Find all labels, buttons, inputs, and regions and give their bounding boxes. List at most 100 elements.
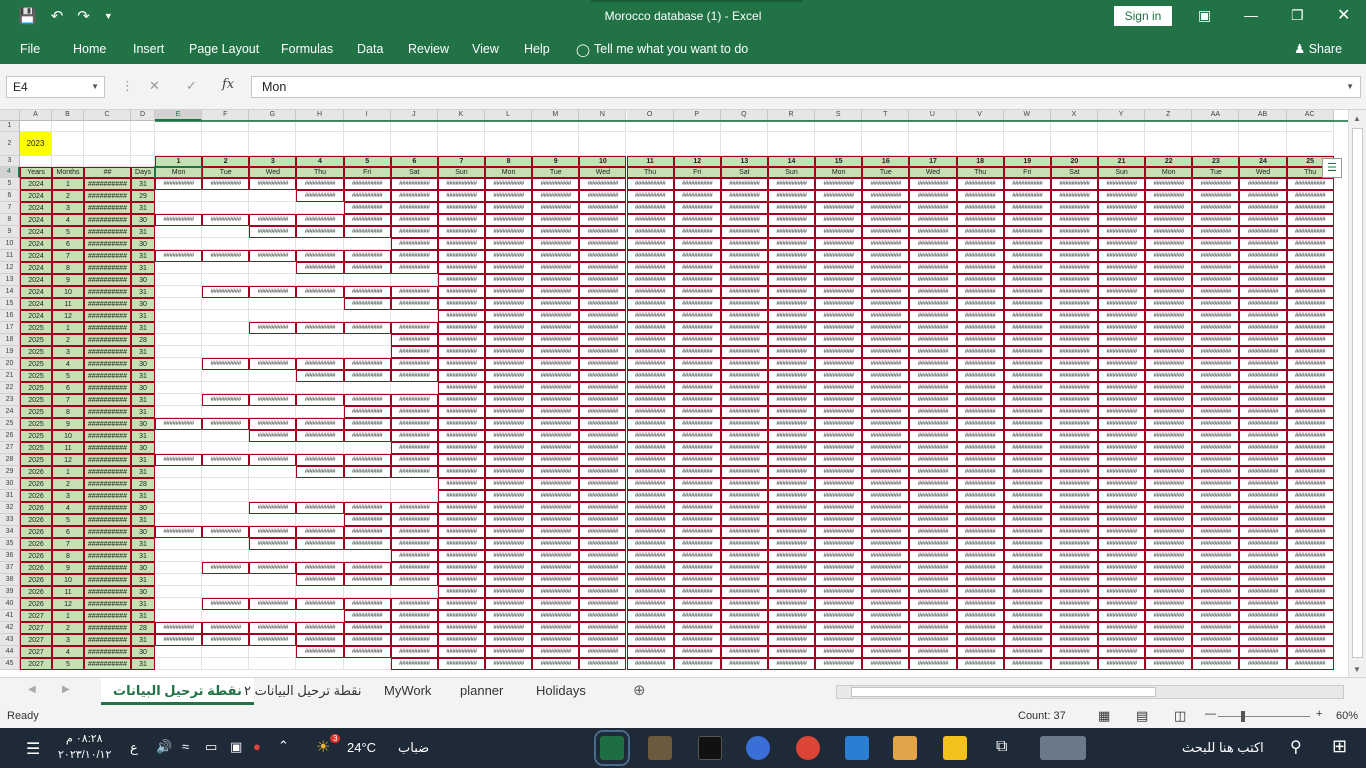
- days-value[interactable]: 30: [131, 298, 155, 310]
- grid-cell[interactable]: [343, 334, 391, 346]
- calendar-date-cell[interactable]: ##########: [532, 406, 580, 418]
- calendar-date-cell[interactable]: ##########: [815, 430, 863, 442]
- app-taskbar-icon[interactable]: [648, 736, 672, 760]
- calendar-date-cell[interactable]: ##########: [1003, 394, 1051, 406]
- calendar-date-cell[interactable]: ##########: [485, 250, 533, 262]
- calendar-date-cell[interactable]: ##########: [862, 514, 910, 526]
- date-value[interactable]: ##########: [84, 190, 131, 202]
- grid-cell[interactable]: [1239, 121, 1287, 132]
- calendar-date-cell[interactable]: ##########: [1192, 514, 1240, 526]
- year-value[interactable]: 2024: [20, 274, 52, 286]
- add-sheet-icon[interactable]: ⊕: [633, 681, 646, 699]
- calendar-date-cell[interactable]: ##########: [532, 574, 580, 586]
- calendar-date-cell[interactable]: ##########: [673, 190, 721, 202]
- sheet-tab[interactable]: MyWork: [372, 678, 443, 705]
- weekday-header[interactable]: Thu: [956, 167, 1004, 178]
- calendar-date-cell[interactable]: ##########: [862, 178, 910, 190]
- calendar-date-cell[interactable]: ##########: [1098, 490, 1146, 502]
- calendar-date-cell[interactable]: ##########: [720, 586, 768, 598]
- calendar-date-cell[interactable]: ##########: [532, 298, 580, 310]
- date-value[interactable]: ##########: [84, 598, 131, 610]
- calendar-date-cell[interactable]: ##########: [343, 406, 391, 418]
- grid-cell[interactable]: [202, 121, 250, 132]
- calendar-date-cell[interactable]: ##########: [437, 298, 486, 310]
- calendar-date-cell[interactable]: ##########: [1286, 370, 1334, 382]
- calendar-date-cell[interactable]: ##########: [532, 454, 580, 466]
- calendar-date-cell[interactable]: ##########: [1239, 634, 1287, 646]
- grid-cell[interactable]: [202, 370, 250, 382]
- calendar-date-cell[interactable]: ##########: [390, 610, 438, 622]
- year-value[interactable]: 2027: [20, 622, 52, 634]
- calendar-date-cell[interactable]: ##########: [390, 178, 438, 190]
- calendar-date-cell[interactable]: ##########: [1286, 238, 1334, 250]
- calendar-date-cell[interactable]: ##########: [815, 574, 863, 586]
- calendar-date-cell[interactable]: ##########: [485, 514, 533, 526]
- calendar-date-cell[interactable]: ##########: [579, 646, 627, 658]
- calendar-date-cell[interactable]: ##########: [532, 226, 580, 238]
- calendar-date-cell[interactable]: ##########: [1003, 526, 1051, 538]
- calendar-date-cell[interactable]: ##########: [532, 346, 580, 358]
- calendar-date-cell[interactable]: ##########: [862, 286, 910, 298]
- grid-cell[interactable]: [155, 310, 203, 322]
- grid-cell[interactable]: [155, 262, 203, 274]
- calendar-date-cell[interactable]: ##########: [437, 562, 486, 574]
- month-value[interactable]: 2: [52, 190, 84, 202]
- year-value[interactable]: 2026: [20, 550, 52, 562]
- row-header[interactable]: 17: [0, 322, 20, 334]
- calendar-date-cell[interactable]: ##########: [1145, 514, 1193, 526]
- calendar-date-cell[interactable]: ##########: [485, 382, 533, 394]
- days-value[interactable]: 30: [131, 502, 155, 514]
- calendar-date-cell[interactable]: ##########: [202, 214, 250, 226]
- calendar-date-cell[interactable]: ##########: [485, 406, 533, 418]
- calendar-date-cell[interactable]: ##########: [343, 370, 391, 382]
- calendar-date-cell[interactable]: ##########: [1050, 310, 1098, 322]
- calendar-date-cell[interactable]: ##########: [862, 262, 910, 274]
- date-value[interactable]: ##########: [84, 346, 131, 358]
- calendar-date-cell[interactable]: ##########: [437, 274, 486, 286]
- normal-view-icon[interactable]: ▦: [1098, 708, 1110, 724]
- calendar-date-cell[interactable]: ##########: [720, 442, 768, 454]
- year-cell[interactable]: 2023: [20, 132, 52, 156]
- calendar-date-cell[interactable]: ##########: [155, 634, 203, 646]
- calendar-date-cell[interactable]: ##########: [155, 526, 203, 538]
- grid-cell[interactable]: [202, 226, 250, 238]
- grid-cell[interactable]: [202, 132, 250, 156]
- row-header[interactable]: 32: [0, 502, 20, 514]
- calendar-date-cell[interactable]: ##########: [909, 226, 957, 238]
- calendar-date-cell[interactable]: ##########: [720, 514, 768, 526]
- calendar-date-cell[interactable]: ##########: [909, 658, 957, 670]
- grid-cell[interactable]: [626, 132, 674, 156]
- weekday-header[interactable]: Wed: [1239, 167, 1287, 178]
- calendar-date-cell[interactable]: ##########: [862, 490, 910, 502]
- calendar-date-cell[interactable]: ##########: [579, 274, 627, 286]
- calendar-date-cell[interactable]: ##########: [626, 574, 674, 586]
- calendar-date-cell[interactable]: ##########: [1050, 442, 1098, 454]
- calendar-date-cell[interactable]: ##########: [532, 190, 580, 202]
- days-value[interactable]: 31: [131, 202, 155, 214]
- calendar-date-cell[interactable]: ##########: [1239, 298, 1287, 310]
- calendar-date-cell[interactable]: ##########: [1239, 490, 1287, 502]
- calendar-date-cell[interactable]: ##########: [485, 334, 533, 346]
- calendar-date-cell[interactable]: ##########: [390, 214, 438, 226]
- month-value[interactable]: 1: [52, 178, 84, 190]
- calendar-date-cell[interactable]: ##########: [485, 490, 533, 502]
- calendar-date-cell[interactable]: ##########: [343, 394, 391, 406]
- calendar-date-cell[interactable]: ##########: [673, 634, 721, 646]
- calendar-date-cell[interactable]: ##########: [815, 394, 863, 406]
- calendar-date-cell[interactable]: ##########: [1192, 418, 1240, 430]
- calendar-date-cell[interactable]: ##########: [579, 478, 627, 490]
- grid-cell[interactable]: [673, 132, 721, 156]
- year-value[interactable]: 2027: [20, 634, 52, 646]
- calendar-date-cell[interactable]: ##########: [720, 634, 768, 646]
- grid-cell[interactable]: [155, 132, 203, 156]
- grid-cell[interactable]: [296, 658, 344, 670]
- calendar-date-cell[interactable]: ##########: [485, 190, 533, 202]
- year-value[interactable]: 2025: [20, 454, 52, 466]
- grid-cell[interactable]: [767, 132, 816, 156]
- calendar-date-cell[interactable]: ##########: [437, 310, 486, 322]
- calendar-date-cell[interactable]: ##########: [1003, 646, 1051, 658]
- calendar-date-cell[interactable]: ##########: [579, 394, 627, 406]
- calendar-date-cell[interactable]: ##########: [1239, 574, 1287, 586]
- calendar-date-cell[interactable]: ##########: [862, 430, 910, 442]
- grid-cell[interactable]: [155, 370, 203, 382]
